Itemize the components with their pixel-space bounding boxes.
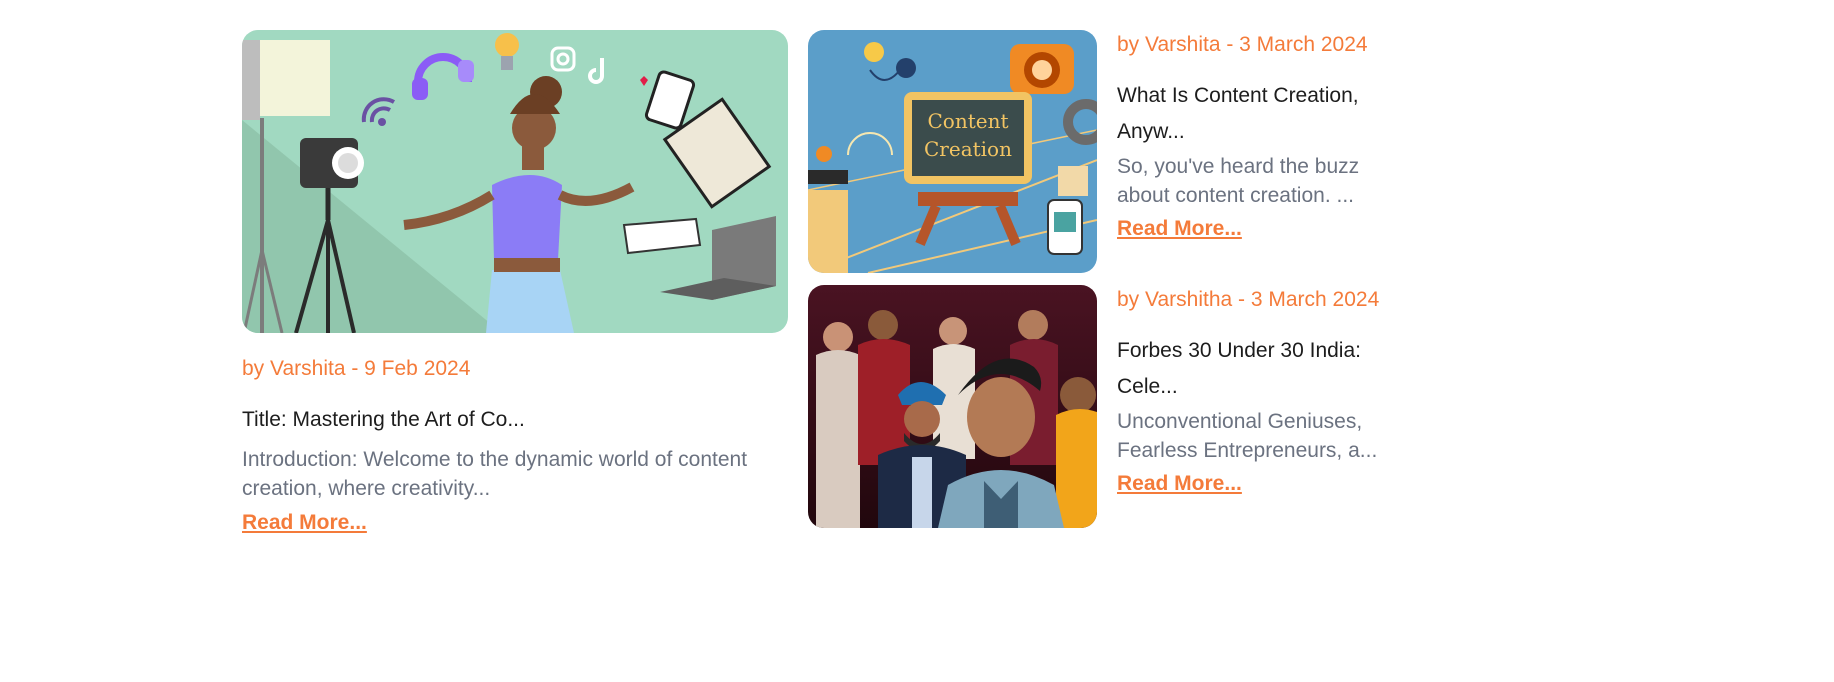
post-excerpt: So, you've heard the buzz about content … [1117,155,1360,207]
post-image[interactable]: Content Creation [808,30,1097,273]
featured-post-title: Title: Mastering the Art of Co... [242,408,525,431]
board-text-line1: Content [927,109,1008,133]
post-meta: by Varshita - 3 March 2024 [1117,33,1368,56]
creator-illustration [242,30,788,333]
post-title: What Is Content Creation, Anyw... [1117,84,1359,143]
forbes-group-photo [808,285,1097,528]
featured-post-excerpt: Introduction: Welcome to the dynamic wor… [242,448,748,500]
content-creation-illustration: Content Creation [808,30,1097,273]
post-read-more-link[interactable]: Read More... [1117,217,1242,241]
board-text-line2: Creation [924,137,1012,161]
featured-post-meta: by Varshita - 9 Feb 2024 [242,357,471,380]
post-excerpt: Unconventional Geniuses, Fearless Entrep… [1117,410,1378,462]
post-image[interactable] [808,285,1097,528]
post-meta: by Varshitha - 3 March 2024 [1117,288,1380,311]
post-title: Forbes 30 Under 30 India: Cele... [1117,339,1361,398]
featured-post-image[interactable] [242,30,788,333]
post-read-more-link[interactable]: Read More... [1117,472,1242,496]
featured-post-read-more-link[interactable]: Read More... [242,511,367,535]
